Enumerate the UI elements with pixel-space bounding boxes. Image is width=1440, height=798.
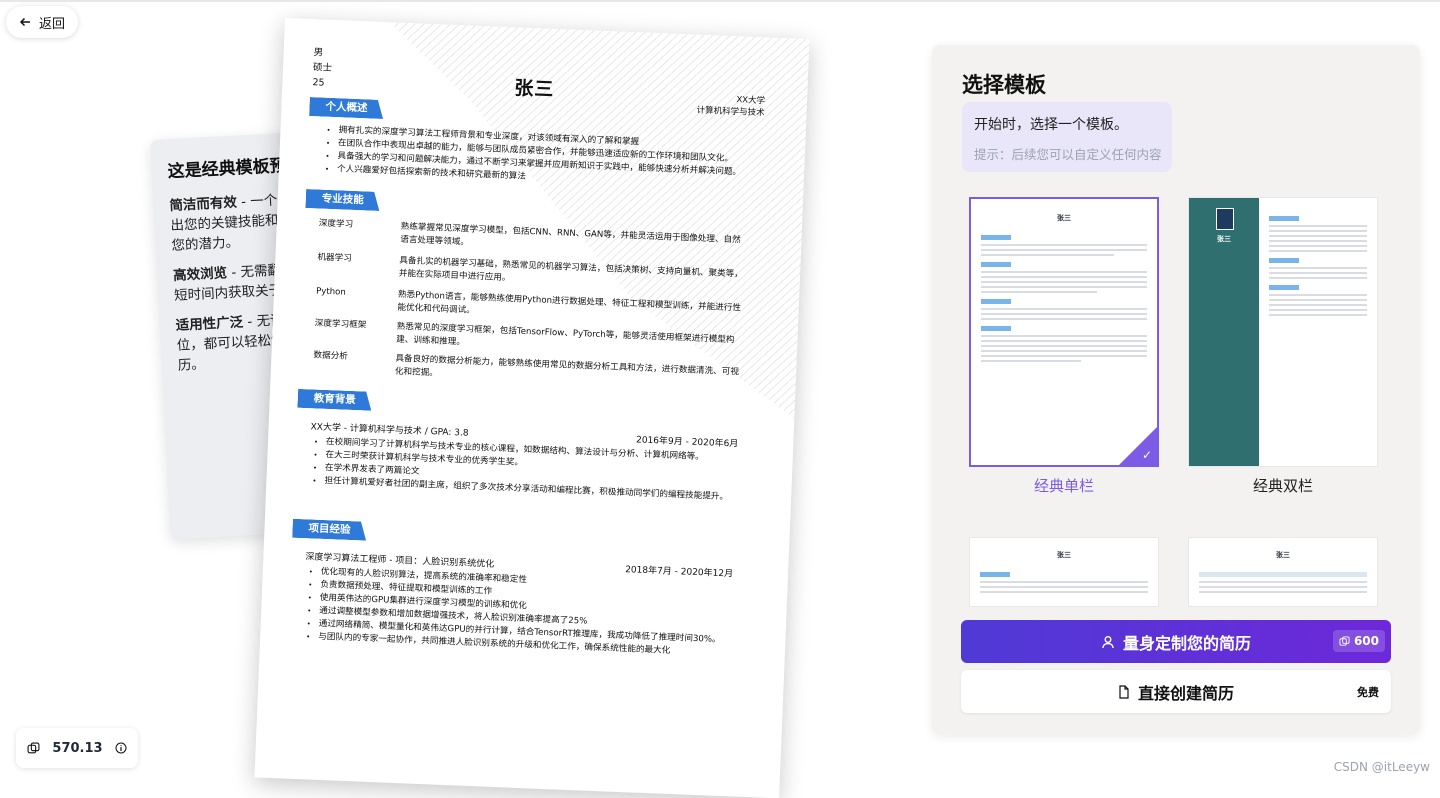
custom-button-label: 量身定制您的简历 bbox=[1122, 633, 1251, 653]
back-button[interactable]: 返回 bbox=[6, 6, 78, 38]
project-list: 优化现有的人脸识别算法，提高系统的准确率和稳定性 负责数据预处理、特征提取和模型… bbox=[306, 565, 739, 660]
coins-icon bbox=[27, 742, 40, 753]
mini-name: 张三 bbox=[1057, 551, 1071, 559]
section-education: 教育背景 bbox=[297, 389, 372, 411]
credit-balance[interactable]: 570.13 bbox=[16, 728, 138, 768]
personal-info: 男 硕士 25 bbox=[312, 45, 333, 91]
credit-value: 570.13 bbox=[52, 740, 103, 756]
section-skills: 专业技能 bbox=[305, 189, 380, 211]
section-projects: 项目经验 bbox=[292, 519, 367, 541]
hint-sub: 提示：后续您可以自定义任何内容 bbox=[974, 147, 1162, 162]
template-thumbnail-3[interactable]: 张三 bbox=[969, 537, 1159, 607]
template-panel: 选择模板 开始时，选择一个模板。 提示：后续您可以自定义任何内容 张三 ✓ 经典… bbox=[932, 45, 1420, 735]
gender: 男 bbox=[313, 47, 324, 59]
resume-name: 张三 bbox=[513, 77, 555, 101]
age: 25 bbox=[312, 77, 325, 89]
document-icon bbox=[1119, 684, 1129, 699]
template-thumbnail-lines bbox=[1269, 210, 1367, 319]
mini-name: 张三 bbox=[1217, 235, 1231, 243]
avatar bbox=[1216, 208, 1234, 230]
degree: 硕士 bbox=[312, 62, 333, 74]
info-icon[interactable] bbox=[115, 742, 127, 754]
panel-title: 选择模板 bbox=[962, 73, 1046, 97]
section-summary: 个人概述 bbox=[309, 97, 384, 119]
selected-check-icon: ✓ bbox=[1119, 427, 1157, 465]
user-icon bbox=[1102, 635, 1114, 648]
coins-icon bbox=[1339, 635, 1350, 646]
back-label: 返回 bbox=[38, 16, 65, 32]
template-thumbnail-4[interactable]: 张三 bbox=[1188, 537, 1378, 607]
resume-preview: 男 硕士 25 张三 XX大学 计算机科学与技术 个人概述 拥有扎实的深度学习算… bbox=[254, 18, 810, 798]
watermark: CSDN @itLeeyw bbox=[1333, 760, 1430, 774]
direct-create-button[interactable]: 直接创建简历 免费 bbox=[961, 670, 1391, 713]
hint-main: 开始时，选择一个模板。 bbox=[974, 117, 1128, 133]
hint-box: 开始时，选择一个模板。 提示：后续您可以自定义任何内容 bbox=[962, 102, 1172, 172]
custom-resume-button[interactable]: 量身定制您的简历 600 bbox=[961, 620, 1391, 663]
free-badge: 免费 bbox=[1357, 686, 1379, 699]
mini-name: 张三 bbox=[1057, 214, 1071, 222]
template-label-double[interactable]: 经典双栏 bbox=[1188, 475, 1378, 496]
direct-button-label: 直接创建简历 bbox=[1137, 683, 1234, 703]
template-thumbnail-lines bbox=[981, 229, 1147, 365]
template-label-single[interactable]: 经典单栏 bbox=[969, 475, 1159, 496]
template-classic-single[interactable]: 张三 ✓ bbox=[969, 197, 1159, 467]
top-border bbox=[0, 0, 1440, 2]
template-classic-double[interactable]: 张三 bbox=[1188, 197, 1378, 467]
cost-badge: 600 bbox=[1332, 630, 1385, 652]
school-info: XX大学 计算机科学与技术 bbox=[696, 95, 766, 119]
mini-name: 张三 bbox=[1276, 551, 1290, 559]
arrow-left-icon bbox=[19, 17, 30, 27]
